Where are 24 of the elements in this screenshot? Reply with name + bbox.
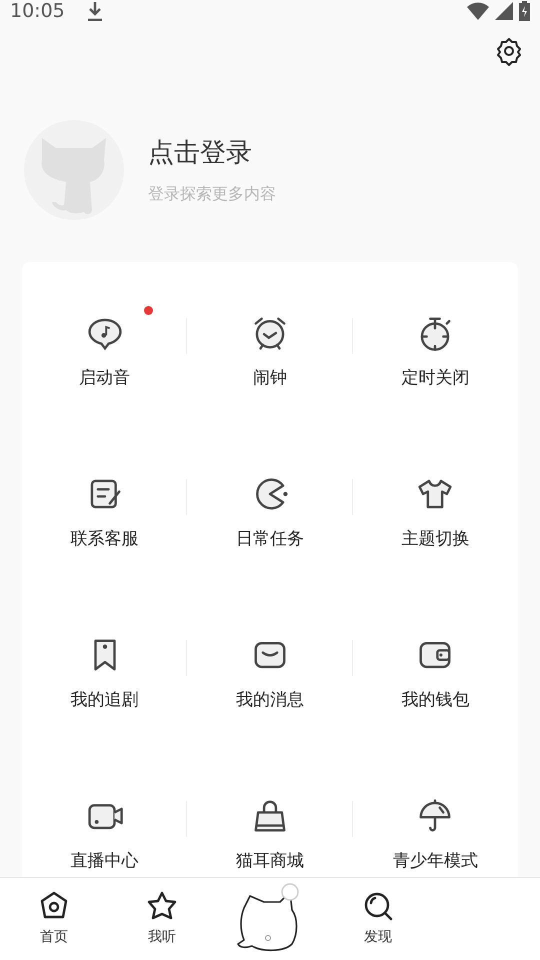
nav-tab[interactable]: 发现	[324, 878, 432, 960]
menu-label[interactable]: 定时关闭	[401, 366, 470, 389]
menu-label[interactable]: 青少年模式	[392, 849, 478, 872]
nav-tab[interactable]: 我听	[108, 878, 216, 960]
wifi-icon	[467, 2, 489, 20]
menu-label[interactable]: 闹钟	[252, 366, 287, 389]
status-time: 10:05	[10, 0, 65, 22]
menu-label[interactable]: 猫耳商城	[236, 849, 304, 872]
signal-icon	[495, 2, 513, 20]
menu-label[interactable]: 我的钱包	[401, 688, 470, 711]
menu-label[interactable]: 主题切换	[401, 527, 470, 550]
login-title[interactable]: 点击登录	[148, 135, 276, 170]
download-icon	[86, 1, 103, 21]
star-icon	[146, 890, 178, 922]
settings-icon[interactable]	[494, 36, 524, 66]
menu-label[interactable]: 日常任务	[236, 527, 304, 550]
nav-tab[interactable]: 首页	[0, 878, 108, 960]
menu-label[interactable]: 直播中心	[70, 849, 139, 872]
search-icon	[362, 890, 394, 922]
menu-label[interactable]: 联系客服	[70, 527, 139, 550]
menu-label[interactable]: 我的追剧	[70, 688, 139, 711]
menu-label[interactable]: 我的消息	[236, 688, 304, 711]
menu-label[interactable]: 启动音	[79, 366, 130, 389]
login-subtitle: 登录探索更多内容	[148, 184, 276, 205]
